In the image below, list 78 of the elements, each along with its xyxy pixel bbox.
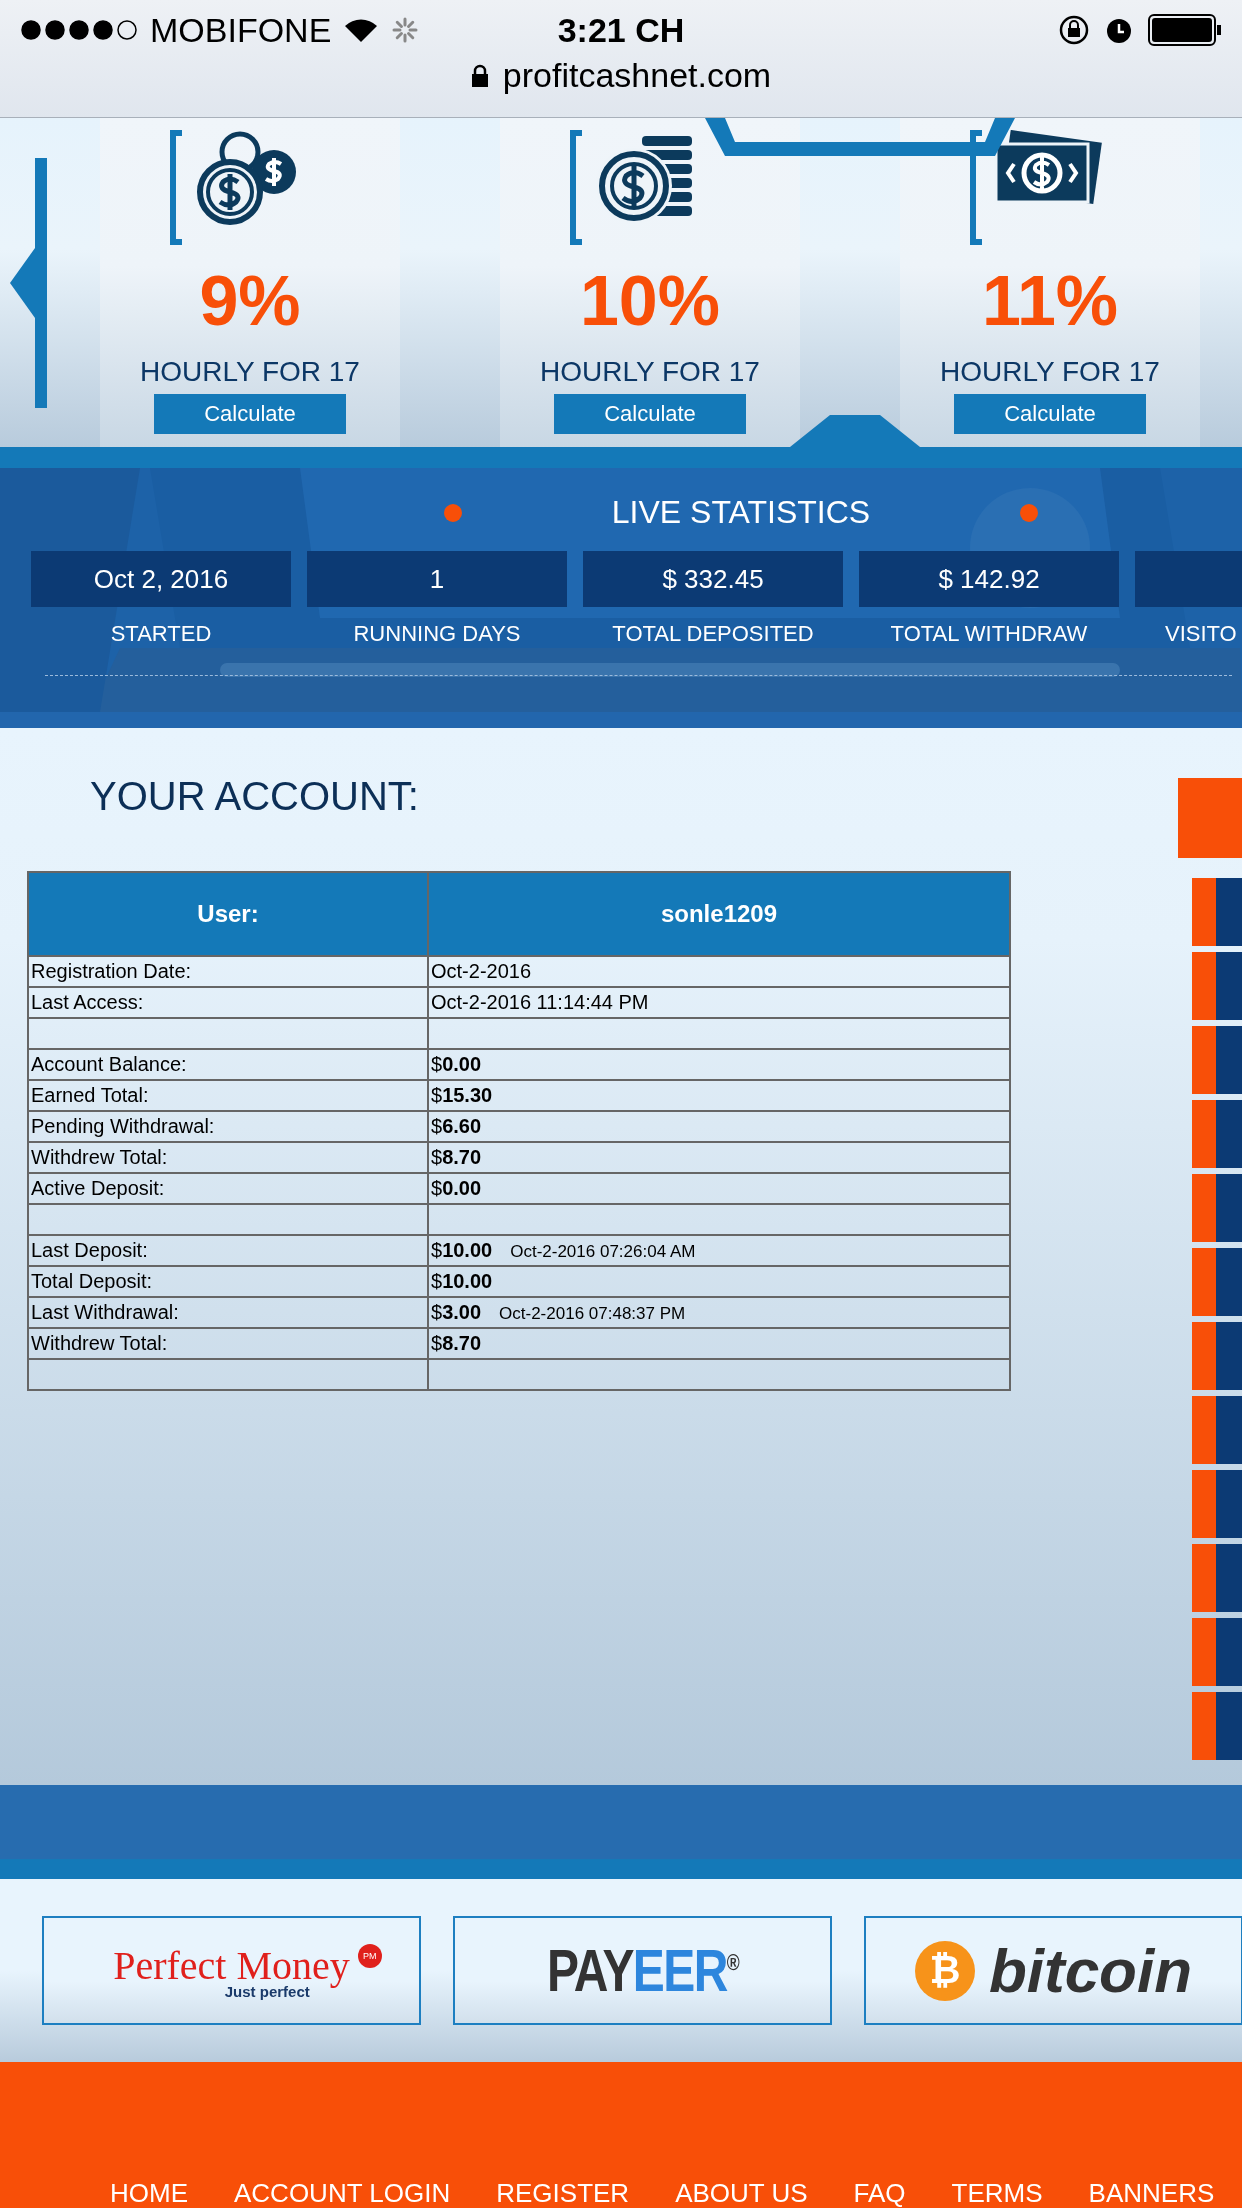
logo-name: bitcoin bbox=[988, 1935, 1193, 2006]
battery-icon bbox=[1148, 14, 1222, 46]
calculate-button[interactable]: Calculate bbox=[154, 394, 346, 434]
signal-icon bbox=[20, 19, 138, 41]
plan-rate: 9% bbox=[199, 266, 301, 336]
stat-label: TOTAL DEPOSITED bbox=[612, 621, 814, 647]
amount-text: $3.00 bbox=[431, 1301, 482, 1323]
field-label: Registration Date: bbox=[28, 956, 428, 987]
side-tab[interactable] bbox=[1192, 1470, 1242, 1538]
logo-badge: PM bbox=[357, 1943, 382, 1968]
amount-text: Oct-2-2016 11:14:44 PM bbox=[431, 991, 649, 1013]
stat-label: STARTED bbox=[110, 621, 212, 647]
amount-text: $8.70 bbox=[431, 1332, 482, 1354]
amount-text: $6.60 bbox=[431, 1115, 482, 1137]
rotation-lock-icon bbox=[1058, 14, 1090, 46]
side-tab[interactable] bbox=[1192, 1396, 1242, 1464]
field-label: Earned Total: bbox=[28, 1080, 428, 1111]
field-label: Last Deposit: bbox=[28, 1235, 428, 1266]
calculate-button[interactable]: Calculate bbox=[554, 394, 746, 434]
stat-label: VISITO bbox=[1165, 621, 1237, 647]
previous-arrow[interactable] bbox=[10, 157, 50, 408]
field-label: Last Access: bbox=[28, 987, 428, 1018]
field-label: Total Deposit: bbox=[28, 1266, 428, 1297]
account-title: YOUR ACCOUNT: bbox=[90, 774, 419, 819]
field-label: Withdrew Total: bbox=[28, 1328, 428, 1359]
amount-text: $0.00 bbox=[431, 1177, 482, 1199]
side-tab[interactable] bbox=[1192, 1100, 1242, 1168]
side-tab[interactable] bbox=[1192, 1174, 1242, 1242]
stat-label: RUNNING DAYS bbox=[353, 621, 521, 647]
field-label: Last Withdrawal: bbox=[28, 1297, 428, 1328]
plan-term: HOURLY FOR 17 bbox=[940, 356, 1160, 388]
amount-text: $0.00 bbox=[431, 1053, 482, 1075]
carrier-name: MOBIFONE bbox=[150, 10, 332, 50]
coin-symbol: ₿ bbox=[914, 1940, 975, 2001]
plan-term: HOURLY FOR 17 bbox=[540, 356, 760, 388]
plan-rate: 11% bbox=[981, 266, 1119, 336]
date-note: Oct-2-2016 07:48:37 PM bbox=[499, 1304, 686, 1323]
amount-text: $8.70 bbox=[431, 1146, 482, 1168]
plan-rate: 10% bbox=[579, 266, 721, 336]
amount-text: Oct-2-2016 bbox=[431, 960, 532, 982]
clock-time: 3:21 CH bbox=[557, 10, 685, 50]
stat-value: 1 bbox=[307, 551, 567, 607]
header-cell: User: bbox=[28, 872, 428, 956]
side-tab[interactable] bbox=[1192, 1248, 1242, 1316]
logo-name: PAYEER$^{®}$ bbox=[546, 1936, 739, 2005]
stat-value: $ 142.92 bbox=[859, 551, 1119, 607]
section-title: LIVE STATISTICS bbox=[611, 494, 871, 531]
url-text[interactable]: profitcashnet.com bbox=[502, 56, 772, 95]
nav-link[interactable]: ABOUT US bbox=[675, 2178, 808, 2208]
field-label: Account Balance: bbox=[28, 1049, 428, 1080]
plan-term: HOURLY FOR 17 bbox=[140, 356, 360, 388]
nav-link[interactable]: REGISTER bbox=[496, 2178, 630, 2208]
nav-link[interactable]: ACCOUNT LOGIN bbox=[234, 2178, 451, 2208]
stat-value: $ 332.45 bbox=[583, 551, 843, 607]
stat-label: TOTAL WITHDRAW bbox=[890, 621, 1088, 647]
nav-link[interactable]: TERMS bbox=[951, 2178, 1043, 2208]
calculate-button[interactable]: Calculate bbox=[954, 394, 1146, 434]
field-label: Active Deposit: bbox=[28, 1173, 428, 1204]
side-tab[interactable] bbox=[1192, 878, 1242, 946]
stat-value: Oct 2, 2016 bbox=[31, 551, 291, 607]
nav-link[interactable]: FAQ bbox=[853, 2178, 906, 2208]
side-tab[interactable] bbox=[1192, 1692, 1242, 1760]
field-label: Withdrew Total: bbox=[28, 1142, 428, 1173]
nav-link[interactable]: BANNERS bbox=[1088, 2178, 1215, 2208]
field-label: Pending Withdrawal: bbox=[28, 1111, 428, 1142]
amount-text: $10.00 bbox=[431, 1239, 493, 1261]
amount-text: $10.00 bbox=[431, 1270, 493, 1292]
amount-text: $15.30 bbox=[431, 1084, 493, 1106]
side-tab[interactable] bbox=[1192, 1322, 1242, 1390]
side-tab[interactable] bbox=[1192, 1026, 1242, 1094]
side-tab[interactable] bbox=[1192, 1618, 1242, 1686]
side-tab[interactable] bbox=[1192, 952, 1242, 1020]
loading-icon bbox=[391, 16, 420, 44]
side-tab[interactable] bbox=[1192, 1544, 1242, 1612]
lock-icon bbox=[470, 63, 489, 88]
nav-link[interactable]: HOME bbox=[110, 2178, 188, 2208]
date-note: Oct-2-2016 07:26:04 AM bbox=[510, 1242, 696, 1261]
header-cell: sonle1209 bbox=[428, 872, 1010, 956]
